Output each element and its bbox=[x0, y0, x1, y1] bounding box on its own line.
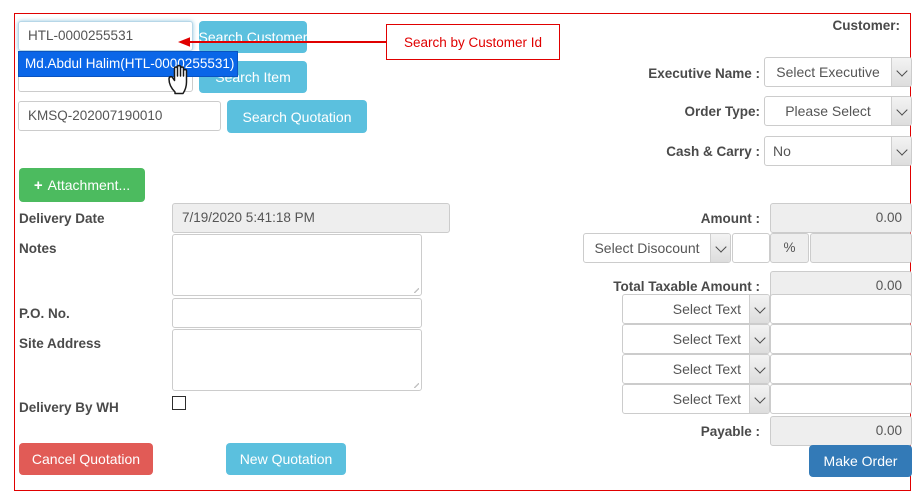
percent-addon: % bbox=[770, 233, 809, 263]
amount-value: 0.00 bbox=[770, 203, 912, 233]
notes-textarea[interactable] bbox=[172, 234, 422, 296]
attachment-button-label: Attachment... bbox=[47, 177, 131, 193]
extra-row-3-select-value: Select Text bbox=[672, 391, 741, 407]
chevron-down-icon[interactable] bbox=[749, 385, 769, 413]
site-address-textarea[interactable] bbox=[172, 329, 422, 391]
extra-row-1-select[interactable]: Select Text bbox=[622, 324, 770, 354]
cash-and-carry-select[interactable]: No bbox=[764, 136, 912, 166]
delivery-date-input[interactable]: 7/19/2020 5:41:18 PM bbox=[172, 203, 450, 233]
delivery-date-label: Delivery Date bbox=[19, 211, 105, 226]
discount-type-value: Select Disocount bbox=[594, 240, 700, 256]
cancel-quotation-button[interactable]: Cancel Quotation bbox=[19, 443, 153, 475]
annotation-callout: Search by Customer Id bbox=[386, 24, 560, 60]
order-type-value: Please Select bbox=[785, 103, 871, 119]
extra-row-0-input[interactable] bbox=[770, 294, 912, 324]
chevron-down-icon[interactable] bbox=[710, 234, 730, 262]
extra-row-2-input[interactable] bbox=[770, 354, 912, 384]
discount-type-select[interactable]: Select Disocount bbox=[583, 233, 731, 263]
chevron-down-icon[interactable] bbox=[749, 325, 769, 353]
extra-row-2-select-value: Select Text bbox=[672, 361, 741, 377]
annotation-text: Search by Customer Id bbox=[403, 34, 543, 50]
po-no-label: P.O. No. bbox=[19, 306, 70, 321]
delivery-by-wh-checkbox[interactable] bbox=[172, 396, 186, 410]
plus-icon: + bbox=[33, 176, 43, 194]
notes-label: Notes bbox=[19, 241, 57, 256]
po-no-input[interactable] bbox=[172, 298, 422, 328]
order-type-select[interactable]: Please Select bbox=[764, 96, 912, 126]
extra-row-3-select[interactable]: Select Text bbox=[622, 384, 770, 414]
executive-name-value: Select Executive bbox=[776, 64, 880, 80]
quotation-no-input[interactable]: KMSQ-202007190010 bbox=[18, 101, 221, 131]
cash-and-carry-label: Cash & Carry : bbox=[666, 144, 760, 159]
payable-label: Payable : bbox=[700, 424, 760, 439]
mouse-pointer-cursor bbox=[168, 64, 188, 95]
cash-and-carry-value: No bbox=[773, 143, 791, 159]
chevron-down-icon[interactable] bbox=[749, 355, 769, 383]
new-quotation-button[interactable]: New Quotation bbox=[226, 443, 346, 475]
customer-autocomplete-menu[interactable]: Md.Abdul Halim(HTL-0000255531) bbox=[18, 51, 238, 77]
search-quotation-button[interactable]: Search Quotation bbox=[227, 100, 367, 133]
chevron-down-icon[interactable] bbox=[891, 137, 911, 165]
chevron-down-icon[interactable] bbox=[749, 295, 769, 323]
total-taxable-amount-label: Total Taxable Amount : bbox=[613, 279, 760, 294]
customer-id-input[interactable]: HTL-0000255531 bbox=[18, 21, 193, 51]
extra-row-0-select[interactable]: Select Text bbox=[622, 294, 770, 324]
executive-name-label: Executive Name : bbox=[648, 66, 760, 81]
extra-row-0-select-value: Select Text bbox=[672, 301, 741, 317]
make-order-button[interactable]: Make Order bbox=[809, 445, 912, 477]
amount-label: Amount : bbox=[700, 211, 760, 226]
order-type-label: Order Type: bbox=[684, 104, 760, 119]
autocomplete-option[interactable]: Md.Abdul Halim(HTL-0000255531) bbox=[19, 52, 237, 76]
customer-label: Customer: bbox=[832, 18, 900, 33]
extra-row-3-input[interactable] bbox=[770, 384, 912, 414]
site-address-label: Site Address bbox=[19, 336, 102, 351]
discount-amount-value bbox=[810, 233, 912, 263]
executive-name-select[interactable]: Select Executive bbox=[764, 57, 912, 87]
delivery-by-wh-label: Delivery By WH bbox=[19, 400, 119, 415]
extra-row-1-input[interactable] bbox=[770, 324, 912, 354]
attachment-button[interactable]: + Attachment... bbox=[19, 168, 145, 202]
extra-row-1-select-value: Select Text bbox=[672, 331, 741, 347]
extra-row-2-select[interactable]: Select Text bbox=[622, 354, 770, 384]
annotation-arrow bbox=[178, 37, 388, 47]
chevron-down-icon[interactable] bbox=[891, 58, 911, 86]
payable-value: 0.00 bbox=[770, 416, 912, 446]
discount-rate-input[interactable] bbox=[732, 233, 770, 263]
chevron-down-icon[interactable] bbox=[891, 97, 911, 125]
